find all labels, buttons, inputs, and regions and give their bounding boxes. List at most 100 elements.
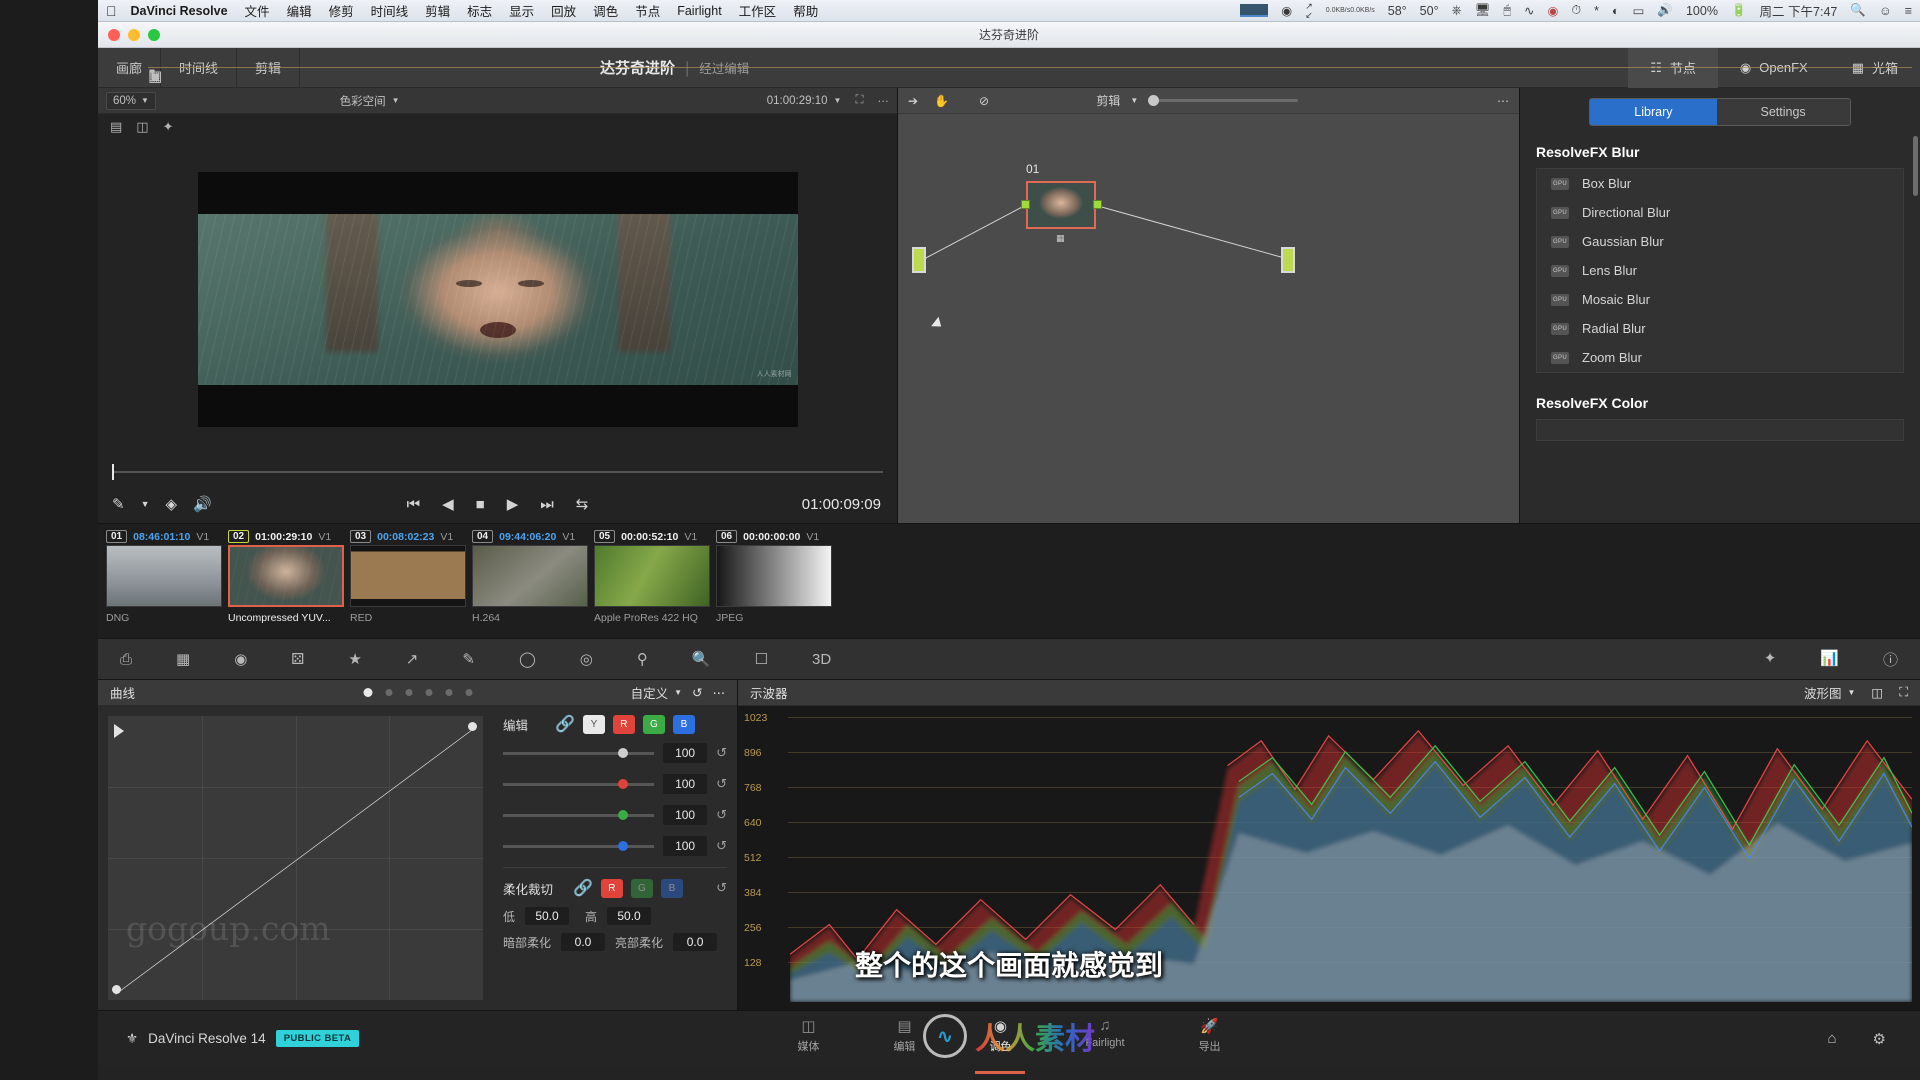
curve-mode-dot-active[interactable] — [363, 688, 372, 697]
airplay-icon[interactable]: ▭ — [1633, 3, 1645, 18]
window-icon[interactable]: ◯ — [497, 650, 558, 668]
curve-mode-dot[interactable] — [385, 689, 392, 696]
wifi-icon[interactable]: ◐ — [1612, 4, 1620, 18]
fx-scrollbar[interactable] — [1913, 136, 1918, 196]
scopes-icon[interactable]: 📊 — [1798, 649, 1861, 670]
fx-item-lens-blur[interactable]: GPU Lens Blur — [1537, 256, 1903, 285]
reset-icon-g[interactable]: ↺ — [716, 807, 727, 823]
curves-options-icon[interactable]: ⋯ — [713, 685, 726, 700]
fx-item-box-blur[interactable]: GPU Box Blur — [1537, 169, 1903, 198]
viewer-mode-a-icon[interactable]: ▤ — [110, 119, 122, 135]
temperature-gpu[interactable]: 50° — [1420, 4, 1439, 18]
menu-item-timeline[interactable]: 时间线 — [371, 1, 409, 20]
bluetooth-icon[interactable]: * — [1594, 4, 1599, 18]
skip-forward-icon[interactable]: ⏭ — [540, 496, 554, 513]
step-back-icon[interactable]: ◀ — [442, 495, 454, 513]
record-icon[interactable]: ◉ — [212, 650, 269, 668]
clip-item-06[interactable]: 06 00:00:00:00 V1 JPEG — [716, 528, 832, 624]
menu-item-color[interactable]: 调色 — [593, 1, 618, 20]
curve-play-marker[interactable] — [114, 724, 124, 738]
qualifier-icon[interactable]: ✎ — [440, 650, 497, 668]
battery-percent[interactable]: 100% — [1686, 4, 1718, 18]
user-icon[interactable]: ☺ — [1879, 4, 1892, 18]
slider-y[interactable] — [503, 747, 655, 758]
menu-item-edit[interactable]: 编辑 — [287, 1, 312, 20]
curve-mode-dot[interactable] — [405, 689, 412, 696]
curve-mode-dot[interactable] — [445, 689, 452, 696]
stills-icon[interactable]: ▦ — [154, 650, 212, 668]
low-value[interactable]: 50.0 — [525, 907, 570, 925]
curves-icon[interactable]: ↗ — [384, 650, 441, 668]
clip-item-02[interactable]: 02 01:00:29:10 V1 Uncompressed YUV... — [228, 528, 344, 624]
arrows-icon[interactable]: ↗ ↙ — [1305, 1, 1313, 20]
magic-wand-icon[interactable]: ✦ — [163, 119, 174, 135]
network-speed-indicator[interactable]: 0.0KB/s 0.0KB/s — [1326, 7, 1375, 15]
key-icon[interactable]: ⚲ — [615, 650, 670, 668]
clip-item-05[interactable]: 05 00:00:52:10 V1 Apple ProRes 422 HQ — [594, 528, 710, 624]
zoom-level-selector[interactable]: 60% ▼ — [106, 91, 156, 110]
curve-mode-dot[interactable] — [465, 689, 472, 696]
fx-tab-group[interactable]: Library Settings — [1589, 98, 1851, 126]
bypass-icon[interactable]: ⊘ — [979, 94, 989, 108]
slider-g[interactable] — [503, 809, 655, 820]
timemachine-icon[interactable]: ⏱ — [1571, 3, 1581, 18]
fullscreen-icon[interactable]: ⛶ — [855, 94, 863, 107]
node-mode-selector[interactable]: 剪辑 ▼ — [1096, 92, 1299, 109]
fx-item-zoom-blur[interactable]: GPU Zoom Blur — [1537, 343, 1903, 372]
scope-expand-icon[interactable]: ⛶ — [1899, 685, 1908, 700]
viewer-mode-b-icon[interactable]: ◫ — [136, 119, 148, 135]
menu-item-clip[interactable]: 剪辑 — [425, 1, 450, 20]
link-icon[interactable]: 🔗 — [555, 714, 575, 734]
scope-layout-icon[interactable]: ◫ — [1871, 685, 1883, 700]
page-edit[interactable]: ▤ 编辑 — [893, 1017, 915, 1060]
link-icon[interactable]: 🔗 — [573, 878, 593, 898]
clip-thumbnail[interactable] — [472, 545, 588, 607]
scrubber-track[interactable] — [112, 464, 883, 480]
clip-item-01[interactable]: 01 08:46:01:10 V1 DNG — [106, 528, 222, 624]
node-size-slider[interactable] — [1148, 95, 1299, 106]
clip-thumbnail[interactable] — [228, 545, 344, 607]
display-swatch-icon[interactable] — [1240, 4, 1269, 17]
magnifier-icon[interactable]: 🔍 — [670, 650, 733, 668]
apple-icon[interactable]:  — [106, 4, 117, 18]
soft-chip-g[interactable]: G — [630, 878, 653, 898]
menu-item-trim[interactable]: 修剪 — [329, 1, 354, 20]
tab-library[interactable]: Library — [1590, 99, 1717, 125]
slider-b[interactable] — [503, 840, 655, 851]
page-media[interactable]: ◫ 媒体 — [797, 1017, 819, 1060]
node-options-icon[interactable]: ⋯ — [1497, 94, 1509, 108]
volume-icon[interactable]: 🔊 — [1657, 3, 1673, 18]
soft-clip-reset-icon[interactable]: ↺ — [716, 880, 727, 896]
colorspace-selector[interactable]: 色彩空间 ▼ — [340, 93, 400, 109]
scope-mode-selector[interactable]: 波形图 ▼ — [1804, 683, 1855, 702]
clip-thumbnail[interactable] — [350, 545, 466, 607]
value-g[interactable]: 100 — [663, 805, 708, 825]
value-r[interactable]: 100 — [663, 774, 708, 794]
menu-item-file[interactable]: 文件 — [245, 1, 270, 20]
magic-mask-icon[interactable]: ✦ — [1742, 649, 1799, 670]
node-graph-panel[interactable]: ➔ ✋ ⊘ 剪辑 ▼ ⋯ 01 ▦ — [898, 88, 1520, 523]
record-icon[interactable]: ◉ — [1547, 3, 1558, 18]
tab-settings[interactable]: Settings — [1716, 99, 1850, 125]
stop-icon[interactable]: ■ — [476, 496, 485, 513]
display-icon[interactable]: 🖥 — [1475, 3, 1491, 18]
menu-item-nodes[interactable]: 节点 — [635, 1, 660, 20]
spotlight-search-icon[interactable]: 🔍 — [1850, 3, 1866, 18]
menu-item-view[interactable]: 显示 — [509, 1, 534, 20]
tracker-icon[interactable]: ⚄ — [269, 650, 326, 668]
channel-chip-g[interactable]: G — [642, 714, 665, 734]
pointer-tool-icon[interactable]: ➔ — [908, 94, 918, 108]
info-icon[interactable]: ⓘ — [1861, 649, 1920, 670]
channel-chip-b[interactable]: B — [672, 714, 695, 734]
viewer-options-icon[interactable]: ⋯ — [878, 94, 890, 108]
fx-item-directional-blur[interactable]: GPU Directional Blur — [1537, 198, 1903, 227]
value-b[interactable]: 100 — [663, 836, 708, 856]
flux-icon[interactable]: ∿ — [1524, 3, 1534, 18]
thermometer-icon[interactable]: ⎈ — [1452, 3, 1462, 18]
viewer-timecode[interactable]: 01:00:29:10 ▼ — [767, 95, 842, 107]
clip-button[interactable]: ▣ 剪辑 ▼ — [148, 47, 1912, 88]
sizing-icon[interactable]: ☐ — [733, 650, 790, 668]
clip-thumbnail[interactable] — [716, 545, 832, 607]
soft-chip-r[interactable]: R — [600, 878, 623, 898]
stereo-3d-icon[interactable]: 3D — [790, 651, 853, 668]
